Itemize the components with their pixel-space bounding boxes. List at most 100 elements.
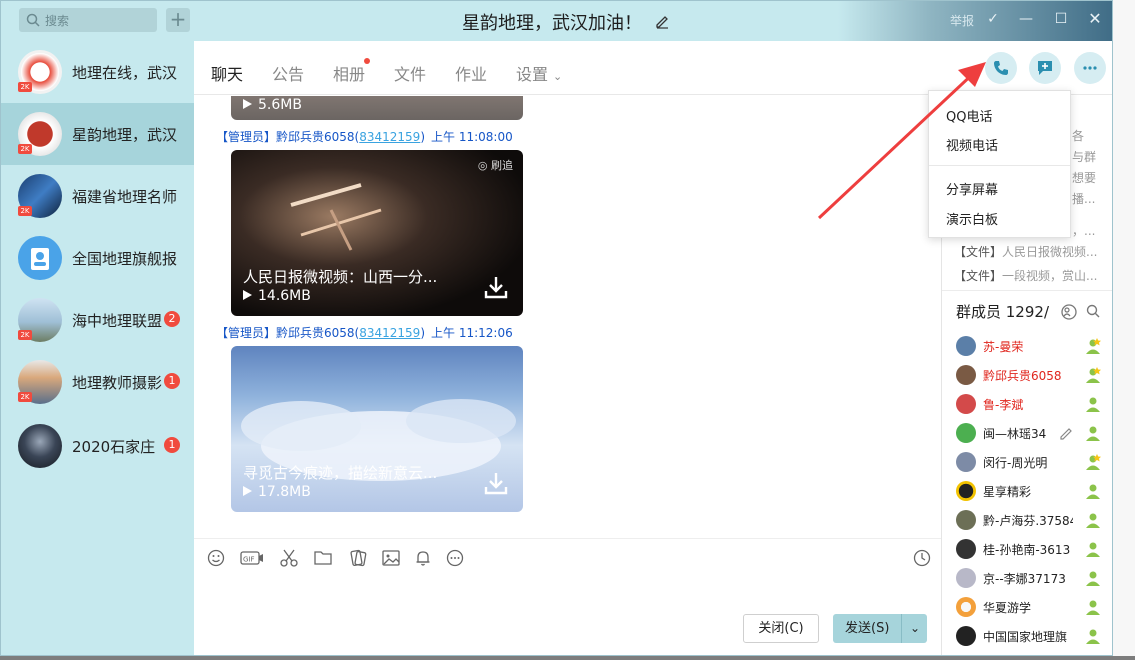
chevron-down-icon: ⌄ xyxy=(910,621,921,635)
conversation-item[interactable]: 2K 地理在线，武汉 xyxy=(1,41,194,103)
message-sender: 【管理员】黔邱兵贵6058(83412159) 上午 11:08:00 xyxy=(216,130,513,144)
group-tag-icon: 2K xyxy=(18,206,32,216)
member-item[interactable]: 中国国家地理旗 xyxy=(956,626,1106,655)
video-card[interactable]: ◎ 刷追 人民日报微视频：山西一分... 14.6MB xyxy=(231,150,523,316)
member-item[interactable]: 京--李娜37173 xyxy=(956,568,1106,597)
member-item[interactable]: 黔-卢海芬.37584 xyxy=(956,510,1106,539)
file-name: 人民日报微视频... xyxy=(1002,245,1098,259)
member-role-icon xyxy=(1086,629,1100,644)
video-card-previous[interactable]: 5.6MB xyxy=(231,96,523,120)
report-link[interactable]: 举报 xyxy=(950,12,974,29)
edit-icon[interactable] xyxy=(1058,425,1074,441)
maximize-button[interactable]: ☐ xyxy=(1052,10,1070,28)
send-options-dropdown[interactable]: ⌄ xyxy=(901,614,927,643)
composer-toolbar: GIF xyxy=(194,538,941,574)
emoji-icon[interactable] xyxy=(206,548,226,568)
conversation-name: 海中地理联盟 xyxy=(72,312,163,330)
new-dot-icon xyxy=(364,58,371,64)
shake-icon[interactable] xyxy=(348,548,368,568)
member-name: 星享精彩 xyxy=(983,485,1032,499)
history-clock-icon[interactable] xyxy=(912,548,932,568)
background-taskbar xyxy=(0,656,1135,660)
member-avatar xyxy=(956,365,976,385)
add-button[interactable]: + xyxy=(166,8,190,32)
tab-album[interactable]: 相册 xyxy=(333,58,371,85)
bell-icon[interactable] xyxy=(413,548,433,568)
tab-files[interactable]: 文件 xyxy=(394,61,426,85)
flash-tag: ◎ 刷追 xyxy=(478,157,513,173)
search-placeholder: 搜索 xyxy=(45,14,70,28)
member-avatar xyxy=(956,539,976,559)
member-name: 华夏游学 xyxy=(983,601,1032,615)
member-item[interactable]: 鲁-李斌 xyxy=(956,394,1106,423)
member-avatar xyxy=(956,510,976,530)
file-tag: 【文件】 xyxy=(954,245,1003,259)
svg-text:GIF: GIF xyxy=(243,556,255,564)
conversation-item[interactable]: 2K 海中地理联盟 2 xyxy=(1,289,194,351)
conversation-item-selected[interactable]: 2K 星韵地理，武汉 xyxy=(1,103,194,165)
more-tools-icon[interactable] xyxy=(445,548,465,568)
video-card[interactable]: 寻觅古今痕迹，描绘新意云... 17.8MB xyxy=(231,346,523,512)
close-button[interactable]: 关闭(C) xyxy=(743,614,819,643)
conversation-item[interactable]: 2020石家庄 1 xyxy=(1,415,194,477)
download-icon[interactable] xyxy=(483,274,509,300)
tab-chat[interactable]: 聊天 xyxy=(211,61,244,100)
conversation-item[interactable]: 全国地理旗舰报 xyxy=(1,227,194,289)
folder-icon[interactable] xyxy=(313,548,333,568)
message-time: 上午 11:08:00 xyxy=(431,130,513,144)
sender-qq-link[interactable]: 83412159 xyxy=(359,130,420,144)
download-icon[interactable] xyxy=(483,470,509,496)
member-item[interactable]: 闵行-周光明 xyxy=(956,452,1106,481)
minimize-button[interactable]: — xyxy=(1017,10,1035,28)
video-size: 5.6MB xyxy=(243,97,302,113)
skin-icon[interactable]: ✓ xyxy=(984,10,1002,28)
file-item[interactable]: 【文件】人民日报微视频... xyxy=(954,243,1104,260)
tab-announcement[interactable]: 公告 xyxy=(272,61,304,85)
flash-icon: ◎ xyxy=(477,159,491,172)
owner-role-icon xyxy=(1086,338,1101,354)
send-button[interactable]: 发送(S) ⌄ xyxy=(833,614,927,643)
member-item[interactable]: 星享精彩 xyxy=(956,481,1106,510)
member-manage-icon[interactable] xyxy=(1060,303,1078,321)
member-name: 黔-卢海芬.37584 xyxy=(983,514,1073,528)
member-item[interactable]: 黔邱兵贵6058 xyxy=(956,365,1106,394)
video-size: 14.6MB xyxy=(243,288,311,304)
search-input[interactable]: 搜索 xyxy=(19,8,157,32)
announcement-fragment: 播... xyxy=(1072,192,1096,206)
conversation-item[interactable]: 2K 地理教师摄影 1 xyxy=(1,351,194,413)
group-tag-icon: 2K xyxy=(18,392,32,402)
member-search-icon[interactable] xyxy=(1085,303,1101,319)
scissors-icon[interactable] xyxy=(279,548,299,568)
member-item[interactable]: 苏-曼荣 xyxy=(956,336,1106,365)
unread-badge: 1 xyxy=(164,373,180,389)
member-role-icon xyxy=(1086,542,1100,557)
member-avatar xyxy=(956,568,976,588)
message-input[interactable]: 关闭(C) 发送(S) ⌄ xyxy=(194,574,941,655)
message-button[interactable] xyxy=(1029,52,1061,84)
gif-icon[interactable]: GIF xyxy=(240,548,264,568)
search-icon xyxy=(26,13,40,27)
conversation-item[interactable]: 2K 福建省地理名师 xyxy=(1,165,194,227)
announcement-fragment: 与群 xyxy=(1072,150,1097,164)
member-name: 闵行-周光明 xyxy=(983,456,1048,470)
conversation-name: 地理在线，武汉 xyxy=(72,64,178,82)
title-bar: 星韵地理，武汉加油！ 举报 ✓ — ☐ ✕ xyxy=(194,1,1112,41)
member-item[interactable]: 华夏游学 xyxy=(956,597,1106,626)
chat-plus-icon xyxy=(1038,61,1052,75)
close-window-button[interactable]: ✕ xyxy=(1086,10,1104,28)
file-item[interactable]: 【文件】一段视频，赏山... xyxy=(954,267,1104,284)
tab-settings[interactable]: 设置 ⌄ xyxy=(516,61,562,85)
background-page xyxy=(1113,0,1135,660)
sender-qq-link[interactable]: 83412159 xyxy=(359,326,420,340)
conversation-name: 地理教师摄影 xyxy=(72,374,163,392)
member-avatar xyxy=(956,452,976,472)
member-item[interactable]: 桂-孙艳南-3613 xyxy=(956,539,1106,568)
more-button[interactable] xyxy=(1074,52,1106,84)
edit-title-icon[interactable] xyxy=(654,13,670,29)
member-item[interactable]: 闽—林瑶34 xyxy=(956,423,1106,452)
image-icon[interactable] xyxy=(381,548,401,568)
conversation-name: 全国地理旗舰报 xyxy=(72,250,178,268)
admin-role-icon xyxy=(1086,367,1101,383)
file-tag: 【文件】 xyxy=(954,269,1003,283)
tab-homework[interactable]: 作业 xyxy=(455,61,487,85)
